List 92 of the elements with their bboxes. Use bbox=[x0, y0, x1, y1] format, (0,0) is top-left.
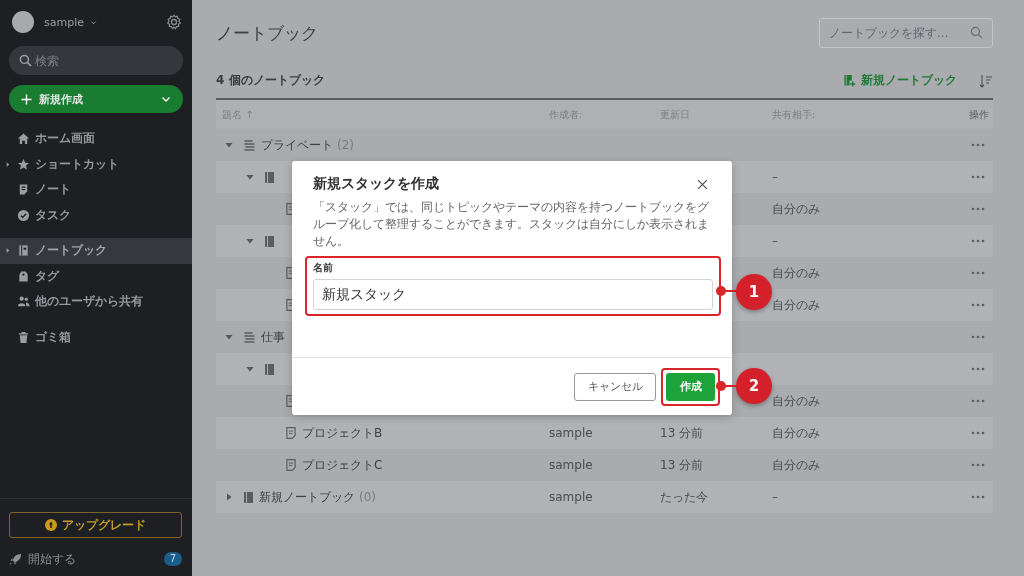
note-icon bbox=[17, 183, 30, 197]
home-icon bbox=[17, 132, 30, 146]
note-icon bbox=[286, 427, 296, 439]
expand-arrow-icon[interactable] bbox=[6, 247, 10, 255]
name-field[interactable]: 新規スタック bbox=[313, 279, 713, 310]
notebook-icon bbox=[265, 235, 274, 247]
cancel-button[interactable]: キャンセル bbox=[574, 372, 656, 401]
dialog-description: 「スタック」では、同じトピックやテーマの内容を持つノートブックをグループ化して整理することができます。スタックは自分にしか表示されません。 bbox=[313, 199, 710, 250]
search-icon bbox=[970, 26, 983, 39]
table-cell-text: 13 分前 bbox=[660, 424, 705, 442]
search-icon bbox=[19, 54, 32, 67]
sidebar-item[interactable]: タグ bbox=[0, 263, 192, 289]
notebook-icon bbox=[17, 244, 30, 258]
collapse-arrow-icon[interactable] bbox=[246, 173, 254, 181]
settings-icon[interactable] bbox=[166, 14, 182, 30]
more-icon[interactable] bbox=[971, 335, 985, 339]
expand-arrow-icon[interactable] bbox=[225, 493, 233, 501]
count-badge: 7 bbox=[163, 552, 182, 566]
more-icon[interactable] bbox=[971, 303, 985, 307]
notebook-icon bbox=[265, 171, 274, 183]
table-cell-text: 自分のみ bbox=[772, 264, 821, 282]
plus-icon bbox=[21, 93, 32, 105]
page-title: ノートブック bbox=[216, 21, 318, 45]
sidebar-item[interactable]: ゴミ箱 bbox=[0, 324, 192, 350]
note-icon bbox=[286, 459, 296, 471]
user-name[interactable]: sample bbox=[44, 15, 84, 29]
sidebar-item[interactable]: ノート bbox=[0, 177, 192, 203]
more-icon[interactable] bbox=[971, 495, 985, 499]
sidebar-item[interactable]: ホーム画面 bbox=[0, 126, 192, 152]
collapse-arrow-icon[interactable] bbox=[246, 237, 254, 245]
table-cell-text: sample bbox=[549, 426, 594, 440]
expand-arrow-icon[interactable] bbox=[6, 160, 10, 168]
table-cell-text: 自分のみ bbox=[772, 296, 821, 314]
more-icon[interactable] bbox=[971, 207, 985, 211]
more-icon[interactable] bbox=[971, 143, 985, 147]
notebook-icon bbox=[265, 363, 274, 375]
row-title[interactable]: 新規ノートブック bbox=[259, 488, 355, 506]
caret-icon[interactable] bbox=[90, 18, 97, 26]
search-field[interactable]: 検索 bbox=[9, 46, 183, 75]
close-icon[interactable] bbox=[697, 178, 708, 190]
column-header[interactable]: 操作 bbox=[947, 107, 993, 122]
more-icon[interactable] bbox=[971, 175, 985, 179]
table-cell-text: – bbox=[772, 170, 779, 184]
sidebar-item[interactable]: ショートカット bbox=[0, 151, 192, 177]
avatar[interactable] bbox=[12, 11, 34, 33]
table-cell-text: 自分のみ bbox=[772, 200, 821, 218]
dialog-title: 新規スタックを作成 bbox=[313, 175, 439, 193]
more-icon[interactable] bbox=[971, 239, 985, 243]
row-title[interactable]: プライベート bbox=[261, 136, 333, 154]
upgrade-button[interactable]: アップグレード bbox=[9, 512, 182, 538]
notebook-count: 4 個のノートブック bbox=[216, 72, 325, 89]
collapse-arrow-icon[interactable] bbox=[225, 333, 233, 341]
chevron-icon bbox=[161, 94, 171, 104]
table-cell-text: – bbox=[772, 234, 779, 248]
star-icon bbox=[17, 157, 30, 171]
sort-icon[interactable] bbox=[979, 73, 993, 88]
row-title[interactable]: プロジェクトB bbox=[302, 424, 383, 442]
table-cell-text: sample bbox=[549, 490, 594, 504]
rocket-icon bbox=[9, 552, 22, 566]
table-cell-text: 13 分前 bbox=[660, 456, 705, 474]
more-icon[interactable] bbox=[971, 367, 985, 371]
sidebar-item[interactable]: タスク bbox=[0, 202, 192, 228]
new-button[interactable]: 新規作成 bbox=[9, 85, 183, 113]
row-title[interactable]: 仕事 bbox=[261, 328, 285, 346]
start-item[interactable]: 開始する 7 bbox=[9, 548, 182, 570]
more-icon[interactable] bbox=[971, 399, 985, 403]
field-label: 名前 bbox=[313, 261, 334, 275]
create-button[interactable]: 作成 bbox=[666, 372, 715, 401]
table-cell-text: 自分のみ bbox=[772, 456, 821, 474]
notebook-icon bbox=[244, 491, 253, 503]
row-title[interactable]: プロジェクトC bbox=[302, 456, 383, 474]
more-icon[interactable] bbox=[971, 463, 985, 467]
table-cell-text: 自分のみ bbox=[772, 424, 821, 442]
table-cell-text: たった今 bbox=[660, 488, 709, 506]
table-cell-text: 自分のみ bbox=[772, 392, 821, 410]
upgrade-icon bbox=[45, 519, 57, 531]
stack-icon bbox=[244, 331, 255, 343]
stack-icon bbox=[244, 139, 255, 151]
table-cell-text: – bbox=[772, 490, 779, 504]
more-icon[interactable] bbox=[971, 271, 985, 275]
notebook-plus-icon bbox=[843, 74, 856, 87]
tag-icon bbox=[17, 269, 30, 283]
more-icon[interactable] bbox=[971, 431, 985, 435]
people-icon bbox=[17, 295, 30, 309]
check-circle-icon bbox=[17, 208, 30, 222]
table-cell-text: sample bbox=[549, 458, 594, 472]
collapse-arrow-icon[interactable] bbox=[225, 141, 233, 149]
trash-icon bbox=[17, 330, 30, 344]
collapse-arrow-icon[interactable] bbox=[246, 365, 254, 373]
sidebar-item[interactable]: 他のユーザから共有 bbox=[0, 289, 192, 315]
search-field[interactable]: ノートブックを探す... bbox=[819, 18, 993, 48]
sidebar-item[interactable]: ノートブック bbox=[0, 238, 192, 264]
